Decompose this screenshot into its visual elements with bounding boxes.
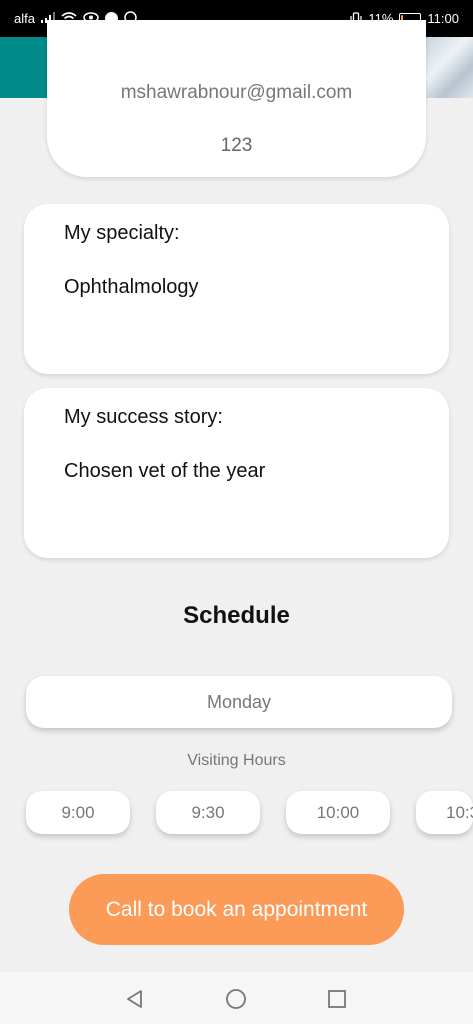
clock: 11:00: [427, 11, 459, 26]
time-slot[interactable]: 10:00: [286, 791, 390, 834]
visiting-hours-label: Visiting Hours: [187, 752, 286, 769]
recents-icon[interactable]: [326, 988, 348, 1010]
success-story-card: My success story: Chosen vet of the year: [24, 388, 449, 558]
profile-phone: 123: [220, 135, 253, 156]
profile-email: mshawrabnour@gmail.com: [120, 82, 353, 103]
home-icon[interactable]: [225, 988, 247, 1010]
specialty-card: My specialty: Ophthalmology: [24, 204, 449, 374]
profile-card: mshawrabnour@gmail.com 123: [47, 20, 426, 177]
time-slot[interactable]: 9:00: [26, 791, 130, 834]
call-to-book-button[interactable]: Call to book an appointment: [69, 874, 404, 945]
success-story-label: My success story:: [64, 406, 223, 428]
header-accent: [0, 37, 48, 98]
time-slot[interactable]: 9:30: [156, 791, 260, 834]
carrier-label: alfa: [14, 11, 35, 26]
header-photo: [425, 37, 473, 98]
success-story-value: Chosen vet of the year: [64, 460, 266, 482]
specialty-label: My specialty:: [64, 222, 180, 244]
time-slot[interactable]: 10:30: [416, 791, 473, 834]
specialty-value: Ophthalmology: [64, 276, 199, 298]
system-nav-bar: [0, 972, 473, 1024]
back-icon[interactable]: [124, 988, 146, 1010]
day-selector[interactable]: Monday: [26, 676, 452, 728]
schedule-title: Schedule: [183, 602, 290, 629]
